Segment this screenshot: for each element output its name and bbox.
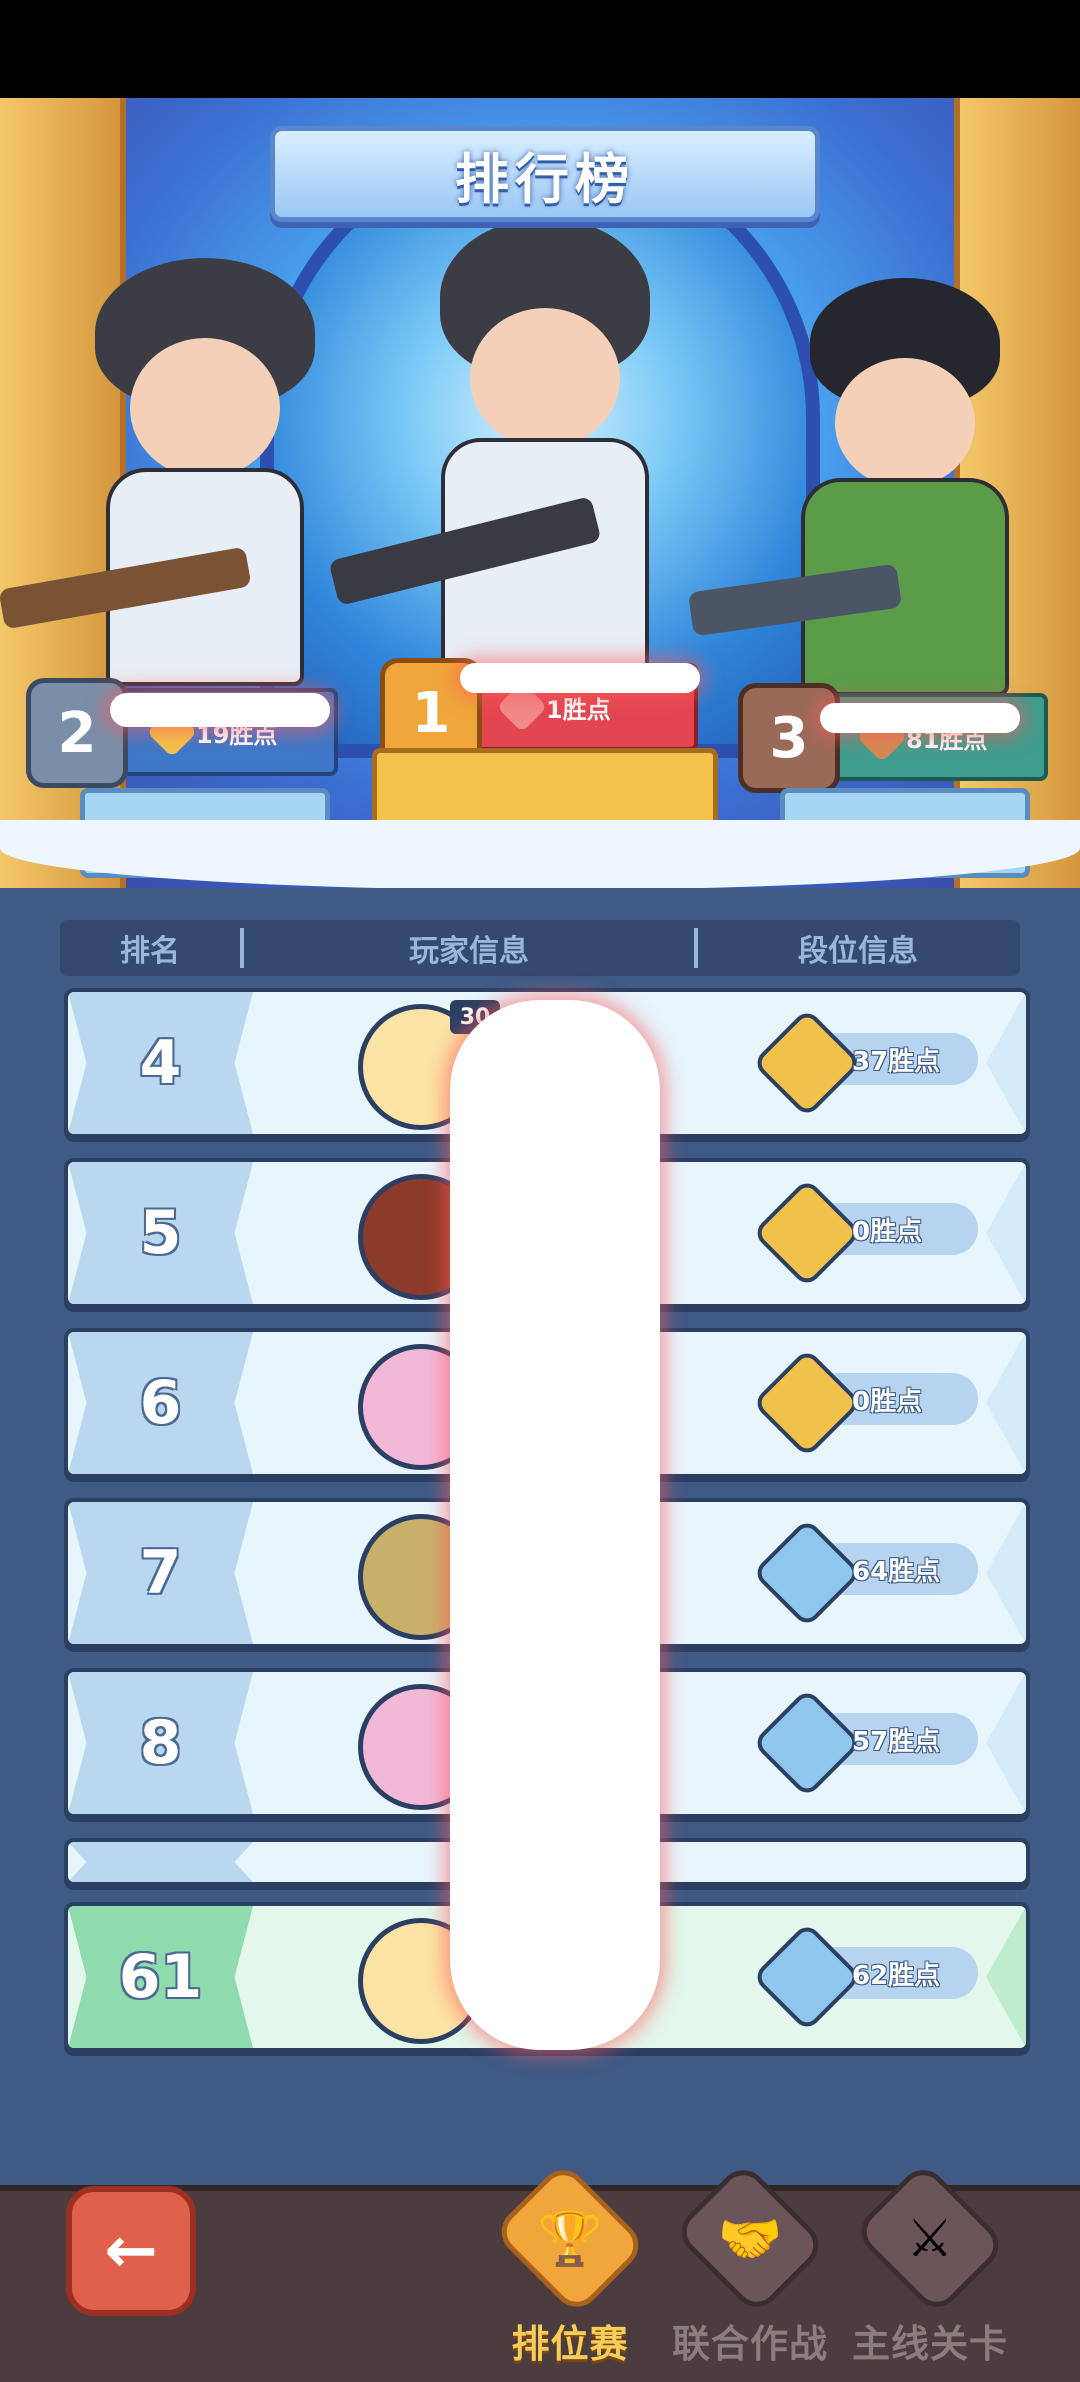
back-button[interactable]: ← (66, 2186, 196, 2316)
my-rank: 61 (68, 1906, 253, 2048)
table-header: 排名 玩家信息 段位信息 (60, 920, 1020, 976)
row-score: 37胜点 (751, 1007, 978, 1119)
redaction-mark (820, 703, 1020, 733)
page-title: 排行榜 (455, 147, 635, 211)
redaction-mark (460, 663, 700, 693)
blue-medal-icon (751, 1517, 863, 1629)
row-rank: 4 (68, 992, 253, 1134)
row-rank: 8 (68, 1672, 253, 1814)
header-player: 玩家信息 (409, 934, 529, 969)
row-rank: 7 (68, 1502, 253, 1644)
gold-medal-icon (751, 1177, 863, 1289)
redaction-mark (110, 693, 330, 727)
row-score: 64胜点 (751, 1517, 978, 1629)
redaction-mark (450, 1000, 660, 2050)
blue-medal-icon (751, 1921, 863, 2033)
tab-coop-label: 联合作战 (671, 2322, 828, 2366)
row-score: 57胜点 (751, 1687, 978, 1799)
tab-coop[interactable]: 🤝 联合作战 (660, 2160, 840, 2368)
tab-ranked[interactable]: 🏆 排位赛 (480, 2160, 660, 2368)
handshake-icon: 🤝 (671, 2160, 829, 2317)
tab-campaign-label: 主线关卡 (851, 2322, 1008, 2366)
tab-campaign[interactable]: ⚔ 主线关卡 (840, 2160, 1020, 2368)
row-score: 0胜点 (751, 1347, 978, 1459)
blue-medal-icon (751, 1687, 863, 1799)
podium-1-score: 1胜点 (546, 695, 611, 724)
row-rank: 5 (68, 1162, 253, 1304)
rank-3-badge: 3 (738, 683, 840, 793)
gold-medal-icon (751, 1347, 863, 1459)
trophy-icon: 🏆 (491, 2160, 649, 2317)
row-rank: 6 (68, 1332, 253, 1474)
status-bar (0, 0, 1080, 98)
gold-medal-icon (751, 1007, 863, 1119)
back-arrow-icon: ← (104, 2214, 158, 2288)
rank-2-badge: 2 (26, 678, 128, 788)
header-tier: 段位信息 (798, 934, 918, 969)
page-title-banner: 排行榜 (270, 126, 820, 222)
header-rank: 排名 (120, 934, 180, 969)
swords-icon: ⚔ (851, 2160, 1009, 2317)
row-score: 0胜点 (751, 1177, 978, 1289)
tab-ranked-label: 排位赛 (511, 2322, 629, 2366)
my-score: 62胜点 (751, 1921, 978, 2033)
row-rank (68, 1842, 253, 1882)
